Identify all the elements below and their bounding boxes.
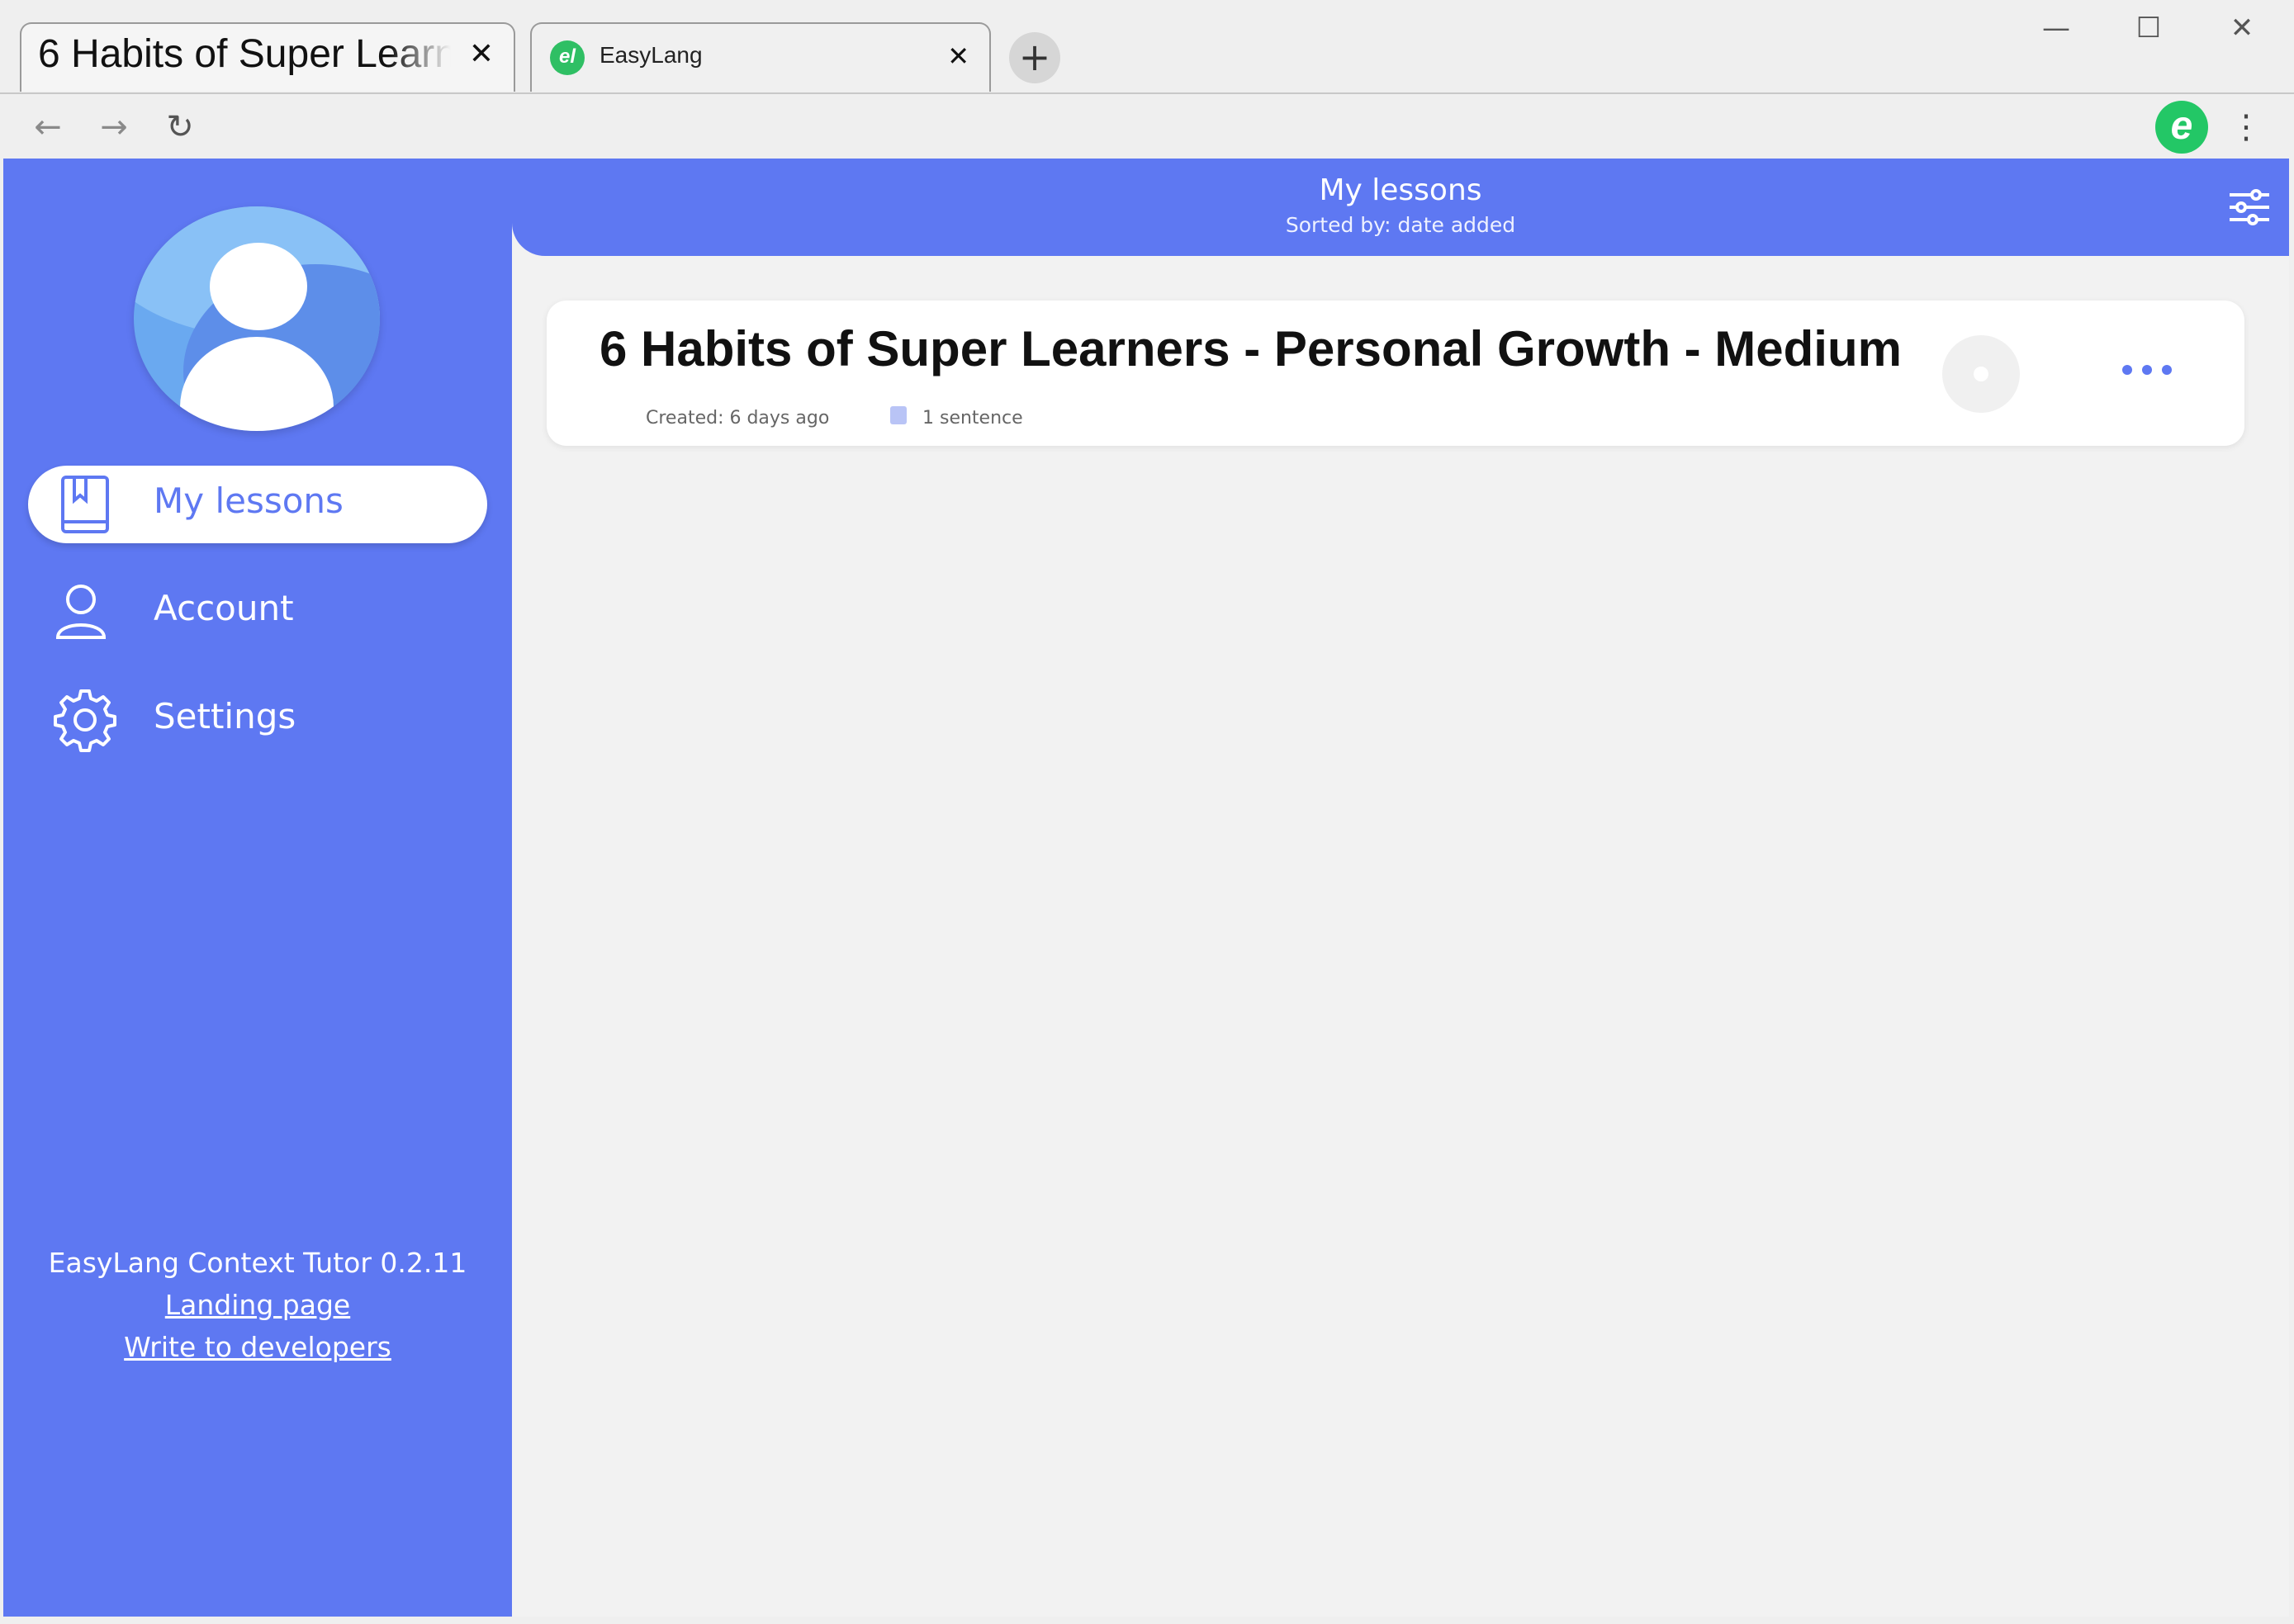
lesson-progress-icon [1942, 335, 2020, 413]
gear-icon [54, 689, 116, 752]
more-options-icon[interactable] [2119, 348, 2177, 390]
lesson-created-date: Created: 6 days ago [646, 408, 830, 428]
sentence-count-icon [890, 406, 907, 424]
tab-medium-article[interactable]: 6 Habits of Super Learners - Personal Gr… [20, 22, 515, 92]
sidebar-item-my-lessons[interactable]: My lessons [28, 466, 487, 543]
easylang-app: My lessons Account Settings EasyLang Con… [3, 159, 2289, 1617]
landing-page-link[interactable]: Landing page [3, 1289, 512, 1321]
tab-title: EasyLang [600, 42, 703, 68]
window-close-icon[interactable]: ✕ [2213, 10, 2271, 46]
browser-toolbar: ← → ↻ e ⋮ [0, 92, 2294, 160]
lessons-header: My lessons Sorted by: date added [512, 159, 2289, 256]
easylang-favicon-icon: el [550, 40, 585, 75]
main-content: My lessons Sorted by: date added 6 Habit… [512, 159, 2289, 1617]
browser-menu-icon[interactable]: ⋮ [2230, 106, 2263, 149]
sidebar-item-label: My lessons [154, 481, 344, 521]
sidebar-item-settings[interactable]: Settings [28, 681, 487, 759]
sort-label: Sorted by: date added [1285, 213, 1516, 237]
sidebar-footer: EasyLang Context Tutor 0.2.11 Landing pa… [3, 1247, 512, 1373]
reload-icon[interactable]: ↻ [157, 104, 203, 150]
maximize-icon[interactable]: ☐ [2120, 10, 2178, 46]
sort-filter-icon[interactable] [2228, 188, 2271, 226]
forward-arrow-icon[interactable]: → [91, 104, 137, 150]
tab-title: 6 Habits of Super Learners - Personal Gr… [38, 32, 451, 76]
back-arrow-icon[interactable]: ← [25, 104, 71, 150]
write-to-developers-link[interactable]: Write to developers [3, 1331, 512, 1363]
book-bookmark-icon [61, 476, 109, 533]
close-tab-icon[interactable]: ✕ [947, 40, 969, 72]
tab-strip: 6 Habits of Super Learners - Personal Gr… [0, 0, 2294, 94]
lesson-sentence-count: 1 sentence [922, 408, 1023, 428]
browser-window: 6 Habits of Super Learners - Personal Gr… [0, 0, 2294, 1624]
easylang-extension-icon[interactable]: e [2155, 101, 2208, 154]
minimize-icon[interactable]: — [2027, 10, 2085, 46]
close-tab-icon[interactable]: ✕ [469, 37, 494, 71]
user-avatar [134, 206, 380, 431]
sidebar-item-label: Account [154, 588, 294, 628]
new-tab-button[interactable]: + [1009, 32, 1060, 83]
page-title: My lessons [1319, 173, 1482, 207]
user-icon [55, 585, 107, 639]
lesson-title[interactable]: 6 Habits of Super Learners - Personal Gr… [600, 320, 1902, 377]
lesson-card[interactable]: 6 Habits of Super Learners - Personal Gr… [547, 301, 2244, 446]
sidebar-item-account[interactable]: Account [28, 573, 487, 651]
tab-easylang[interactable]: el EasyLang ✕ [530, 22, 991, 92]
sidebar: My lessons Account Settings EasyLang Con… [3, 159, 512, 1617]
app-version: EasyLang Context Tutor 0.2.11 [48, 1247, 467, 1279]
sidebar-item-label: Settings [154, 696, 296, 736]
